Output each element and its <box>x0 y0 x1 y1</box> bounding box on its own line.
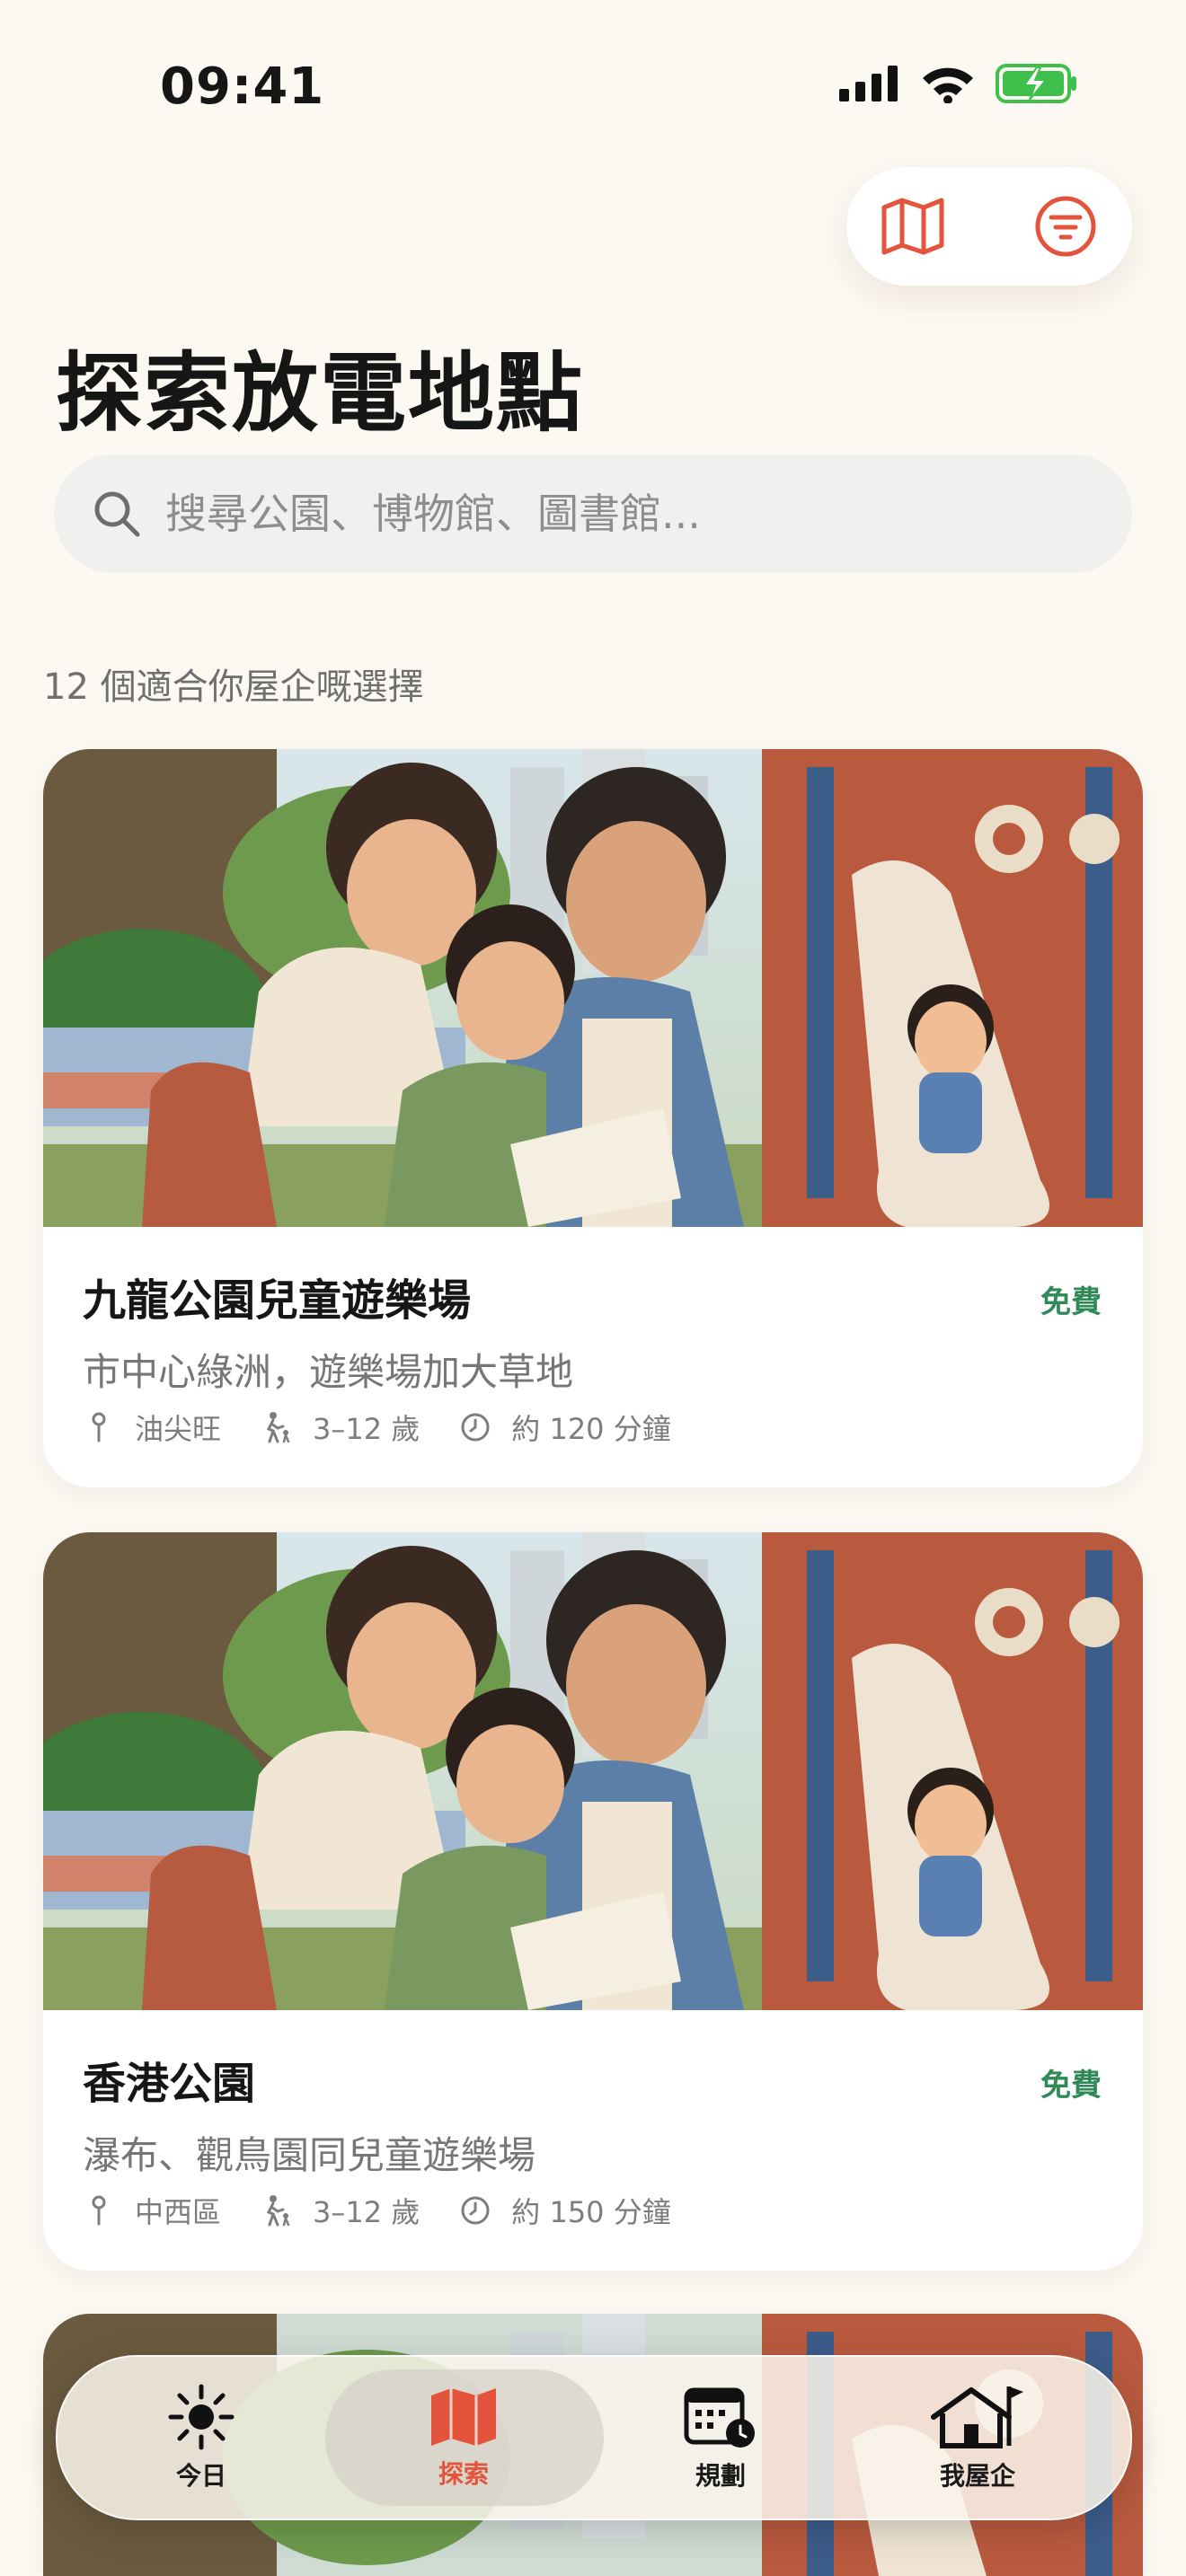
place-card[interactable]: 九龍公園兒童遊樂場 免費 市中心綠洲，遊樂場加大草地 油尖旺 3–12 歲 約 … <box>43 749 1143 1487</box>
tab-label: 今日 <box>175 2461 226 2491</box>
status-icons <box>839 63 1078 104</box>
clock-icon <box>459 1411 491 1443</box>
filter-button[interactable] <box>1033 194 1098 259</box>
tab-today[interactable]: 今日 <box>66 2357 336 2519</box>
bottom-tab-bar: 今日 探索 規劃 我屋企 <box>56 2355 1132 2520</box>
tab-label: 探索 <box>438 2459 489 2489</box>
map-icon <box>431 2388 496 2446</box>
place-description: 市中心綠洲，遊樂場加大草地 <box>83 1350 574 1394</box>
map-view-button[interactable] <box>881 194 945 259</box>
wifi-icon <box>923 67 973 103</box>
place-duration: 約 150 分鐘 <box>511 2195 671 2229</box>
sun-icon <box>168 2384 235 2450</box>
place-duration: 約 120 分鐘 <box>511 1412 671 1446</box>
top-toolbar <box>846 167 1132 286</box>
results-count: 12 個適合你屋企嘅選擇 <box>43 666 424 708</box>
tab-explore[interactable]: 探索 <box>329 2357 598 2519</box>
child-walking-icon <box>261 1411 293 1443</box>
clock-icon <box>459 2194 491 2227</box>
place-meta: 中西區 3–12 歲 約 150 分鐘 <box>83 2190 711 2231</box>
place-photo <box>43 1532 1143 2010</box>
calendar-icon <box>684 2387 755 2448</box>
search-input[interactable] <box>164 489 1066 539</box>
search-bar[interactable] <box>54 454 1132 573</box>
place-meta: 油尖旺 3–12 歲 約 120 分鐘 <box>83 1407 711 1448</box>
price-badge: 免費 <box>1040 2068 1102 2104</box>
place-age-range: 3–12 歲 <box>313 1412 420 1446</box>
search-icon <box>94 491 140 537</box>
place-district: 油尖旺 <box>135 1412 222 1446</box>
tab-my-home[interactable]: 我屋企 <box>843 2357 1112 2519</box>
place-age-range: 3–12 歲 <box>313 2195 420 2229</box>
cellular-signal-icon <box>839 66 898 101</box>
tab-label: 規劃 <box>695 2461 746 2491</box>
tab-plan[interactable]: 規劃 <box>586 2357 855 2519</box>
place-photo <box>43 749 1143 1227</box>
price-badge: 免費 <box>1040 1284 1102 1320</box>
map-icon <box>881 198 944 255</box>
place-description: 瀑布、觀鳥園同兒童遊樂場 <box>83 2133 536 2177</box>
status-time: 09:41 <box>160 57 325 116</box>
battery-charging-icon <box>996 64 1076 103</box>
place-name: 香港公園 <box>83 2059 256 2109</box>
place-district: 中西區 <box>135 2195 222 2229</box>
place-name: 九龍公園兒童遊樂場 <box>83 1275 472 1326</box>
child-walking-icon <box>261 2194 293 2227</box>
place-card[interactable]: 香港公園 免費 瀑布、觀鳥園同兒童遊樂場 中西區 3–12 歲 約 150 分鐘 <box>43 1532 1143 2271</box>
filter-icon <box>1035 196 1096 257</box>
location-pin-icon <box>83 1411 115 1443</box>
home-icon <box>931 2386 1023 2448</box>
location-pin-icon <box>83 2194 115 2227</box>
tab-label: 我屋企 <box>939 2461 1015 2491</box>
page-title: 探索放電地點 <box>56 343 584 444</box>
